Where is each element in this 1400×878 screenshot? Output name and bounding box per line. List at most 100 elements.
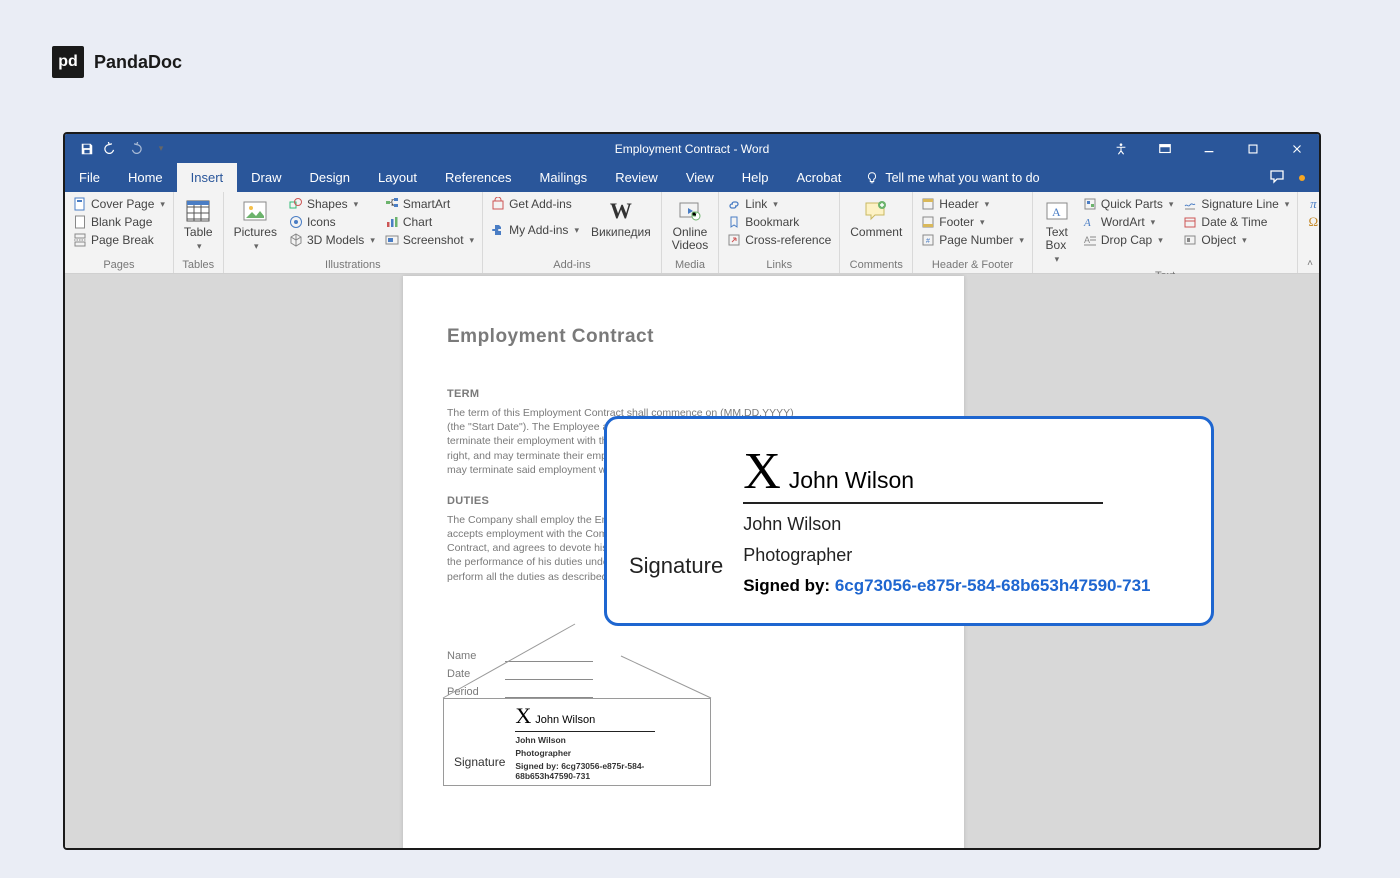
3d-models-button[interactable]: 3D Models▾ xyxy=(287,232,377,248)
signature-line-button[interactable]: Signature Line▾ xyxy=(1181,196,1291,212)
cross-reference-icon xyxy=(727,233,741,247)
cross-reference-button[interactable]: Cross-reference xyxy=(725,232,833,248)
screenshot-button[interactable]: Screenshot▾ xyxy=(383,232,476,248)
signature-label-small: Signature xyxy=(454,755,505,777)
field-name-row: Name xyxy=(447,650,920,662)
smartart-button[interactable]: SmartArt xyxy=(383,196,476,212)
online-videos-label: Online Videos xyxy=(672,226,708,252)
signature-role-large: Photographer xyxy=(743,545,1185,566)
close-button[interactable] xyxy=(1275,134,1319,163)
my-addins-button[interactable]: My Add-ins▾ xyxy=(489,222,581,238)
get-addins-button[interactable]: Get Add-ins xyxy=(489,196,581,212)
shapes-button[interactable]: Shapes▾ xyxy=(287,196,377,212)
comment-button[interactable]: Comment xyxy=(846,196,906,241)
bookmark-button[interactable]: Bookmark xyxy=(725,214,833,230)
object-button[interactable]: Object▾ xyxy=(1181,232,1291,248)
accessibility-icon[interactable] xyxy=(1099,134,1143,163)
date-time-label: Date & Time xyxy=(1201,215,1267,229)
online-videos-button[interactable]: Online Videos xyxy=(668,196,712,254)
symbol-icon: Ω xyxy=(1306,215,1320,229)
group-tables-label: Tables xyxy=(180,257,217,273)
pictures-label: Pictures xyxy=(234,225,277,239)
drop-cap-button[interactable]: ADrop Cap▾ xyxy=(1081,232,1176,248)
signature-printed-name-small: John Wilson xyxy=(515,735,700,745)
quick-parts-button[interactable]: Quick Parts▾ xyxy=(1081,196,1176,212)
object-icon xyxy=(1183,233,1197,247)
signature-signed-by-large: Signed by: 6cg73056-e875r-584-68b653h475… xyxy=(743,576,1185,596)
undo-icon[interactable] xyxy=(103,141,119,157)
equation-icon: π xyxy=(1306,197,1320,211)
tab-view[interactable]: View xyxy=(672,163,728,192)
tab-home[interactable]: Home xyxy=(114,163,177,192)
svg-text:A: A xyxy=(1052,205,1061,219)
field-period-line[interactable] xyxy=(505,686,593,698)
tab-review[interactable]: Review xyxy=(601,163,672,192)
tab-file[interactable]: File xyxy=(65,163,114,192)
page-break-button[interactable]: Page Break xyxy=(71,232,167,248)
quick-parts-icon xyxy=(1083,197,1097,211)
page-number-button[interactable]: #Page Number▾ xyxy=(919,232,1026,248)
wikipedia-button[interactable]: W Википедия xyxy=(587,196,655,241)
link-button[interactable]: Link▾ xyxy=(725,196,833,212)
footer-button[interactable]: Footer▾ xyxy=(919,214,1026,230)
header-icon xyxy=(921,197,935,211)
cover-page-icon xyxy=(73,197,87,211)
field-date-row: Date xyxy=(447,668,920,680)
header-button[interactable]: Header▾ xyxy=(919,196,1026,212)
icons-button[interactable]: Icons xyxy=(287,214,377,230)
bookmark-label: Bookmark xyxy=(745,215,799,229)
table-button[interactable]: Table▾ xyxy=(180,196,217,254)
group-pages-label: Pages xyxy=(71,257,167,273)
symbol-button[interactable]: ΩSymbol▾ xyxy=(1304,214,1321,230)
group-tables: Table▾ Tables xyxy=(174,192,224,273)
tab-mailings[interactable]: Mailings xyxy=(526,163,602,192)
table-icon xyxy=(184,198,212,224)
equation-button[interactable]: πEquation▾ xyxy=(1304,196,1321,212)
minimize-button[interactable] xyxy=(1187,134,1231,163)
group-media: Online Videos Media xyxy=(662,192,719,273)
3d-models-label: 3D Models xyxy=(307,233,364,247)
save-icon[interactable] xyxy=(79,141,95,157)
field-date-line[interactable] xyxy=(505,668,593,680)
collapse-ribbon-icon[interactable]: ˄ xyxy=(1307,258,1313,269)
qat-customize-icon[interactable]: ▾ xyxy=(153,141,169,157)
quick-parts-label: Quick Parts xyxy=(1101,197,1163,211)
tab-design[interactable]: Design xyxy=(296,163,364,192)
tab-insert[interactable]: Insert xyxy=(177,163,238,192)
group-text: A Text Box ▾ Quick Parts▾ AWordArt▾ ADro… xyxy=(1033,192,1298,273)
tab-help[interactable]: Help xyxy=(728,163,783,192)
signature-role-small: Photographer xyxy=(515,748,700,758)
maximize-button[interactable] xyxy=(1231,134,1275,163)
field-date-label: Date xyxy=(447,668,493,680)
object-label: Object xyxy=(1201,233,1236,247)
tab-draw[interactable]: Draw xyxy=(237,163,295,192)
group-header-footer: Header▾ Footer▾ #Page Number▾ Header & F… xyxy=(913,192,1033,273)
comments-pane-icon[interactable] xyxy=(1269,168,1285,187)
tab-references[interactable]: References xyxy=(431,163,525,192)
group-links-label: Links xyxy=(725,257,833,273)
tell-me-search[interactable]: Tell me what you want to do xyxy=(855,163,1039,192)
signature-box-small[interactable]: Signature X John Wilson John Wilson Phot… xyxy=(443,698,711,786)
date-time-button[interactable]: Date & Time xyxy=(1181,214,1291,230)
group-pages: Cover Page▾ Blank Page Page Break Pages xyxy=(65,192,174,273)
text-box-button[interactable]: A Text Box ▾ xyxy=(1039,196,1075,268)
ribbon-tabs-right xyxy=(1269,163,1319,192)
blank-page-icon xyxy=(73,215,87,229)
pictures-icon xyxy=(241,198,269,224)
field-name-line[interactable] xyxy=(505,650,593,662)
pictures-button[interactable]: Pictures▾ xyxy=(230,196,281,254)
3d-models-icon xyxy=(289,233,303,247)
chart-button[interactable]: Chart xyxy=(383,214,476,230)
page-break-label: Page Break xyxy=(91,233,154,247)
ribbon-display-icon[interactable] xyxy=(1143,134,1187,163)
footer-label: Footer xyxy=(939,215,974,229)
field-name-label: Name xyxy=(447,650,493,662)
drop-cap-label: Drop Cap xyxy=(1101,233,1152,247)
redo-icon[interactable] xyxy=(127,141,143,157)
wordart-button[interactable]: AWordArt▾ xyxy=(1081,214,1176,230)
blank-page-button[interactable]: Blank Page xyxy=(71,214,167,230)
cover-page-button[interactable]: Cover Page▾ xyxy=(71,196,167,212)
pandadoc-logo-icon: pd xyxy=(52,46,84,78)
tab-layout[interactable]: Layout xyxy=(364,163,431,192)
tab-acrobat[interactable]: Acrobat xyxy=(783,163,856,192)
